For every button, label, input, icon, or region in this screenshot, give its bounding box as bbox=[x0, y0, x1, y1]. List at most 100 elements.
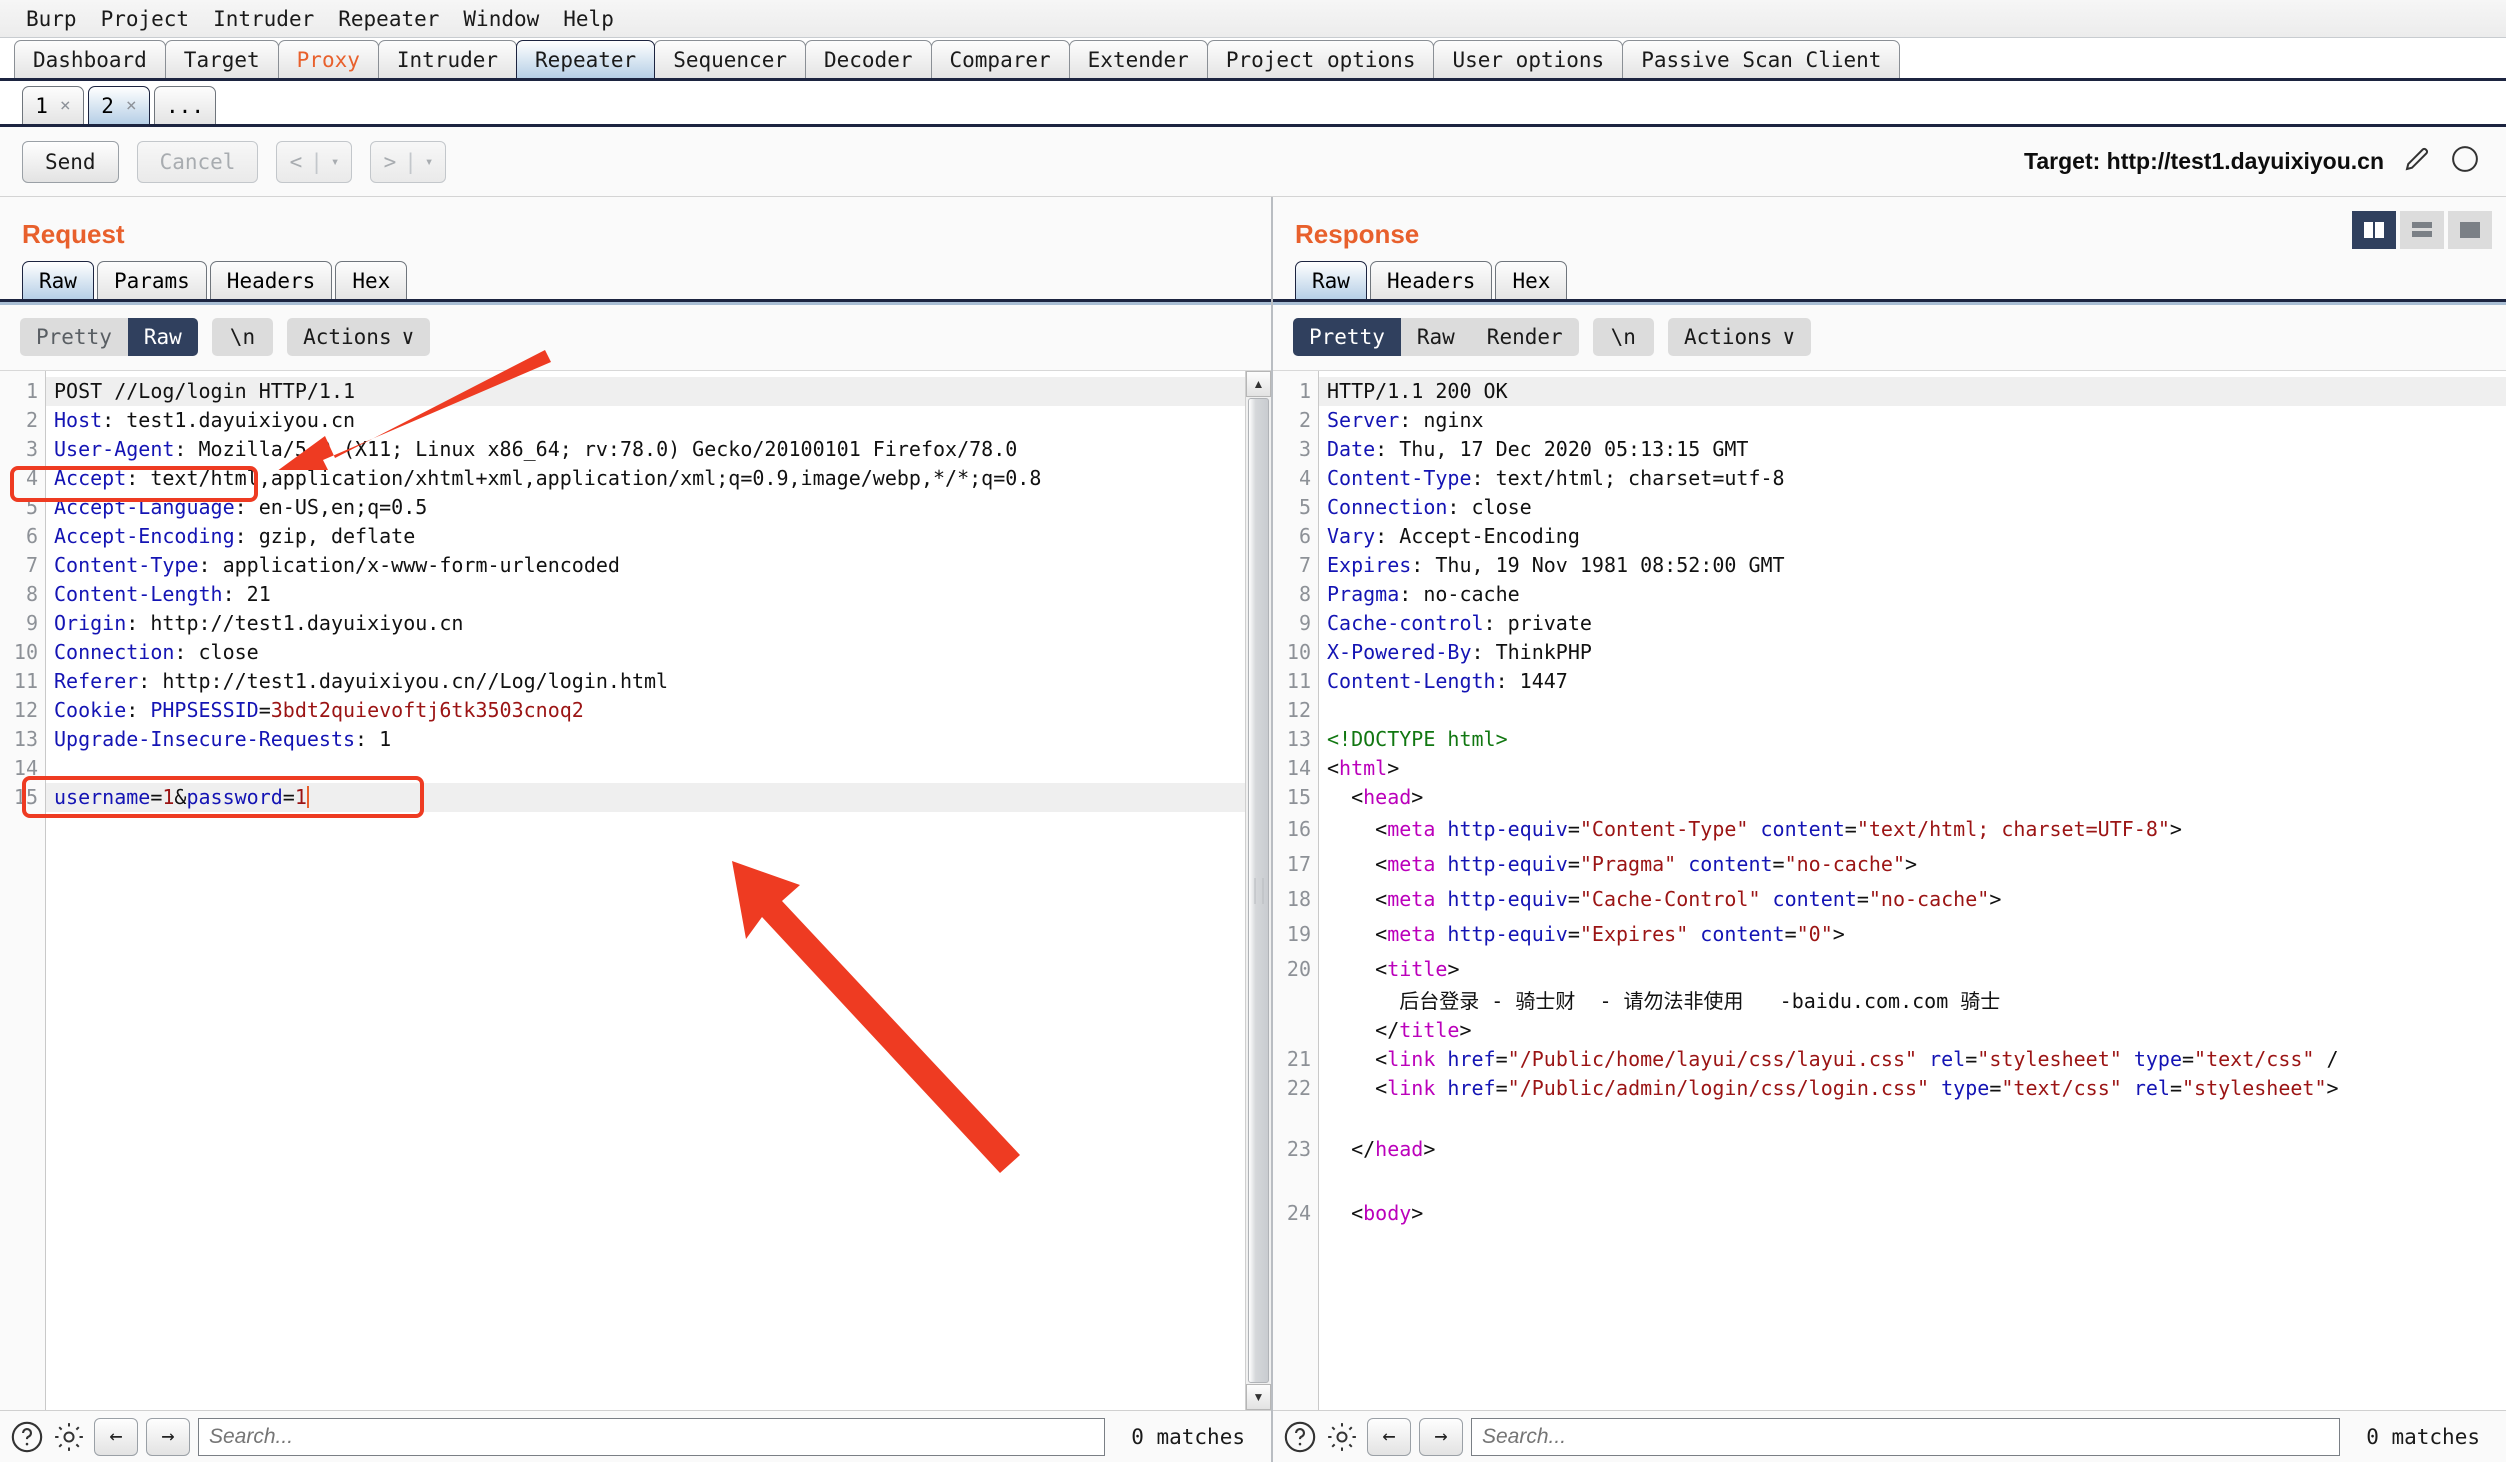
response-render-button[interactable]: Render bbox=[1471, 318, 1579, 356]
code-line[interactable]: Upgrade-Insecure-Requests: 1 bbox=[46, 725, 1245, 754]
code-line[interactable]: Server: nginx bbox=[1319, 406, 2506, 435]
gear-icon[interactable] bbox=[52, 1420, 86, 1454]
tab-dashboard[interactable]: Dashboard bbox=[14, 40, 166, 78]
code-line[interactable]: <link href="/Public/admin/login/css/logi… bbox=[1319, 1074, 2506, 1103]
search-next-button[interactable]: → bbox=[146, 1417, 190, 1456]
tab-comparer[interactable]: Comparer bbox=[930, 40, 1070, 78]
help-icon[interactable] bbox=[1283, 1420, 1317, 1454]
code-line[interactable]: <!DOCTYPE html> bbox=[1319, 725, 2506, 754]
request-newline-button[interactable]: \n bbox=[211, 318, 274, 356]
request-tab-hex[interactable]: Hex bbox=[335, 261, 408, 299]
code-line[interactable]: User-Agent: Mozilla/5.0 (X11; Linux x86_… bbox=[46, 435, 1245, 464]
tab-decoder[interactable]: Decoder bbox=[804, 40, 932, 78]
code-line[interactable]: 后台登录 - 骑士财 - 请勿法非使用 -baidu.com.com 骑士 bbox=[1319, 987, 2506, 1016]
tab-user-options[interactable]: User options bbox=[1433, 40, 1624, 78]
request-tab-raw[interactable]: Raw bbox=[22, 261, 94, 299]
menu-item-window[interactable]: Window bbox=[451, 5, 551, 33]
code-line[interactable]: X-Powered-By: ThinkPHP bbox=[1319, 638, 2506, 667]
info-circle-icon[interactable] bbox=[2450, 144, 2480, 180]
scroll-up-icon[interactable]: ▲ bbox=[1246, 371, 1271, 397]
repeater-tab-new[interactable]: ... bbox=[154, 86, 216, 124]
menu-item-repeater[interactable]: Repeater bbox=[326, 5, 451, 33]
code-line[interactable]: Accept-Encoding: gzip, deflate bbox=[46, 522, 1245, 551]
menu-item-help[interactable]: Help bbox=[551, 5, 626, 33]
code-line[interactable] bbox=[1319, 696, 2506, 725]
close-icon[interactable]: × bbox=[126, 95, 137, 116]
code-line[interactable]: <html> bbox=[1319, 754, 2506, 783]
code-line[interactable]: username=1&password=1 bbox=[46, 783, 1245, 812]
code-line[interactable]: Content-Type: text/html; charset=utf-8 bbox=[1319, 464, 2506, 493]
request-actions-menu[interactable]: Actions ∨ bbox=[287, 318, 431, 356]
response-tab-headers[interactable]: Headers bbox=[1369, 261, 1493, 299]
code-line[interactable]: <meta http-equiv="Pragma" content="no-ca… bbox=[1319, 847, 2506, 882]
menu-item-project[interactable]: Project bbox=[89, 5, 202, 33]
help-icon[interactable] bbox=[10, 1420, 44, 1454]
request-tab-headers[interactable]: Headers bbox=[209, 261, 333, 299]
code-line[interactable]: Connection: close bbox=[1319, 493, 2506, 522]
code-line[interactable]: Cache-control: private bbox=[1319, 609, 2506, 638]
tab-passive-scan-client[interactable]: Passive Scan Client bbox=[1622, 40, 1901, 78]
scrollbar-thumb[interactable] bbox=[1248, 398, 1269, 1383]
request-pretty-button[interactable]: Pretty bbox=[20, 318, 128, 356]
tab-target[interactable]: Target bbox=[164, 40, 279, 78]
code-line[interactable]: Cookie: PHPSESSID=3bdt2quievoftj6tk3503c… bbox=[46, 696, 1245, 725]
code-line[interactable]: Accept-Language: en-US,en;q=0.5 bbox=[46, 493, 1245, 522]
code-line[interactable] bbox=[46, 754, 1245, 783]
search-prev-button[interactable]: ← bbox=[1367, 1417, 1411, 1456]
code-line[interactable]: <meta http-equiv="Content-Type" content=… bbox=[1319, 812, 2506, 847]
close-icon[interactable]: × bbox=[60, 95, 71, 116]
code-line[interactable]: Expires: Thu, 19 Nov 1981 08:52:00 GMT bbox=[1319, 551, 2506, 580]
code-line[interactable]: Pragma: no-cache bbox=[1319, 580, 2506, 609]
code-line[interactable]: Connection: close bbox=[46, 638, 1245, 667]
response-editor[interactable]: 1 2 3 4 5 6 7 8 9 10 11 12 13 14 15 16 17 18 19 20 21 22 23 24 … bbox=[1273, 370, 2506, 1410]
menu-item-intruder[interactable]: Intruder bbox=[201, 5, 326, 33]
scroll-down-icon[interactable]: ▼ bbox=[1246, 1384, 1271, 1410]
search-prev-button[interactable]: ← bbox=[94, 1417, 138, 1456]
code-line[interactable]: Vary: Accept-Encoding bbox=[1319, 522, 2506, 551]
tab-extender[interactable]: Extender bbox=[1068, 40, 1208, 78]
code-line[interactable]: <body> bbox=[1319, 1196, 2506, 1231]
code-line[interactable]: Host: test1.dayuixiyou.cn bbox=[46, 406, 1245, 435]
response-actions-menu[interactable]: Actions ∨ bbox=[1667, 318, 1812, 356]
code-line[interactable]: Origin: http://test1.dayuixiyou.cn bbox=[46, 609, 1245, 638]
response-tab-hex[interactable]: Hex bbox=[1495, 261, 1568, 299]
tab-intruder[interactable]: Intruder bbox=[377, 40, 518, 78]
request-tab-params[interactable]: Params bbox=[96, 261, 207, 299]
search-next-button[interactable]: → bbox=[1419, 1417, 1463, 1456]
code-line[interactable]: Content-Length: 21 bbox=[46, 580, 1245, 609]
pencil-icon[interactable] bbox=[2402, 144, 2432, 180]
layout-split-horizontal-button[interactable] bbox=[2400, 211, 2444, 249]
response-pretty-button[interactable]: Pretty bbox=[1293, 318, 1401, 356]
tab-sequencer[interactable]: Sequencer bbox=[654, 40, 806, 78]
menu-item-burp[interactable]: Burp bbox=[14, 5, 89, 33]
layout-single-pane-button[interactable] bbox=[2448, 211, 2492, 249]
repeater-tab-1[interactable]: 1 × bbox=[22, 86, 84, 124]
response-newline-button[interactable]: \n bbox=[1592, 318, 1654, 356]
code-line[interactable]: HTTP/1.1 200 OK bbox=[1319, 377, 2506, 406]
response-raw-button[interactable]: Raw bbox=[1401, 318, 1471, 356]
response-tab-raw[interactable]: Raw bbox=[1295, 261, 1367, 299]
code-line[interactable]: <head> bbox=[1319, 783, 2506, 812]
code-line[interactable] bbox=[1319, 1167, 2506, 1196]
code-line[interactable]: POST //Log/login HTTP/1.1 bbox=[46, 377, 1245, 406]
request-editor[interactable]: 1 2 3 4 5 6 7 8 9 10 11 12 13 14 15 POST //Log/login H… bbox=[0, 370, 1271, 1410]
request-search-input[interactable] bbox=[198, 1417, 1106, 1456]
tab-proxy[interactable]: Proxy bbox=[277, 40, 379, 78]
request-raw-button[interactable]: Raw bbox=[127, 318, 198, 356]
response-search-input[interactable] bbox=[1471, 1417, 2341, 1456]
code-line[interactable]: Date: Thu, 17 Dec 2020 05:13:15 GMT bbox=[1319, 435, 2506, 464]
tab-project-options[interactable]: Project options bbox=[1206, 40, 1435, 78]
tab-repeater[interactable]: Repeater bbox=[516, 40, 656, 78]
code-line[interactable]: <meta http-equiv="Expires" content="0"> bbox=[1319, 917, 2506, 952]
request-vertical-scrollbar[interactable]: ▲ ▼ bbox=[1245, 371, 1271, 1410]
gear-icon[interactable] bbox=[1325, 1420, 1359, 1454]
code-line[interactable]: Referer: http://test1.dayuixiyou.cn//Log… bbox=[46, 667, 1245, 696]
layout-split-vertical-button[interactable] bbox=[2352, 211, 2396, 249]
code-line[interactable]: </title> bbox=[1319, 1016, 2506, 1045]
request-code-area[interactable]: POST //Log/login HTTP/1.1 Host: test1.day… bbox=[46, 371, 1245, 1410]
code-line[interactable]: <link href="/Public/home/layui/css/layui… bbox=[1319, 1045, 2506, 1074]
code-line[interactable] bbox=[1319, 1103, 2506, 1132]
send-button[interactable]: Send bbox=[22, 140, 119, 183]
code-line[interactable]: <title> bbox=[1319, 952, 2506, 987]
code-line[interactable]: <meta http-equiv="Cache-Control" content… bbox=[1319, 882, 2506, 917]
